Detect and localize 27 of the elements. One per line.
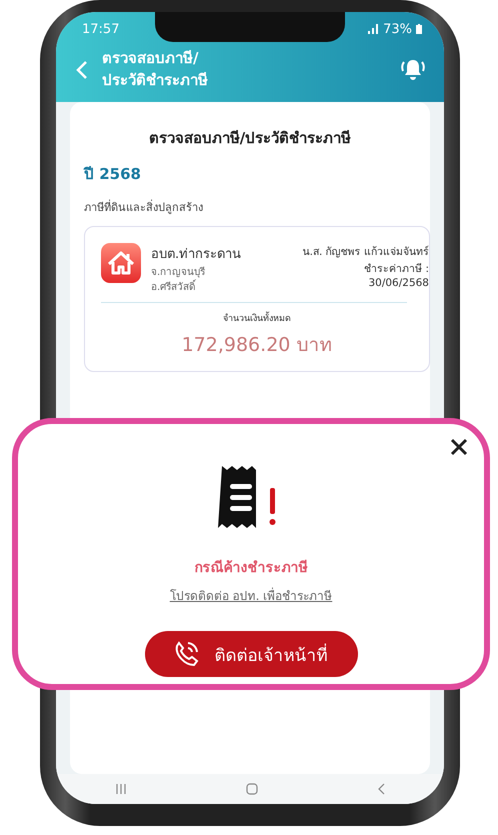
home-icon[interactable] — [246, 783, 258, 795]
tax-record[interactable]: อบต.ท่ากระดาน จ.กาญจนบุรี อ.ศรีสวัสดิ์ น.ส. กัญชพร แก้วแจ่มจันทร์ ชำระค่าภาษี : 30/06/2568 จำนวนเงินทั้งหมด 172,986.20 บาท — [84, 226, 430, 372]
battery-level: 73% — [383, 22, 412, 36]
status-time: 17:57 — [82, 22, 120, 36]
close-button[interactable] — [448, 436, 470, 458]
card-title: ตรวจสอบภาษี/ประวัติชำระภาษี — [148, 128, 352, 148]
alert-message: โปรดติดต่อ อปท. เพื่อชำระภาษี — [170, 586, 332, 605]
back-icon[interactable] — [76, 60, 88, 80]
district: อ.ศรีสวัสดิ์ — [151, 278, 242, 294]
contact-staff-button[interactable]: ติดต่อเจ้าหน้าที่ — [144, 631, 358, 677]
paid-date: 30/06/2568 — [368, 276, 429, 288]
battery-icon — [416, 24, 422, 34]
bell-icon[interactable] — [400, 58, 426, 82]
recents-icon[interactable] — [115, 783, 128, 795]
signal-icon — [367, 24, 380, 34]
back-nav-icon[interactable] — [376, 783, 385, 795]
page-title: ตรวจสอบภาษี/ประวัติชำระภาษี — [102, 48, 209, 91]
owner-name: น.ส. กัญชพร แก้วแจ่มจันทร์ — [302, 244, 429, 260]
paid-label: ชำระค่าภาษี : — [364, 262, 429, 276]
tax-year: ปี 2568 — [84, 164, 142, 184]
org-name: อบต.ท่ากระดาน — [151, 246, 242, 264]
total-label: จำนวนเงินทั้งหมด — [222, 310, 292, 324]
province: จ.กาญจนบุรี — [151, 266, 206, 278]
house-icon — [101, 242, 141, 282]
alert-title: กรณีค้างชำระภาษี — [194, 558, 308, 578]
tax-category: ภาษีที่ดินและสิ่งปลูกสร้าง — [84, 198, 204, 216]
total-amount: 172,986.20 บาท — [180, 332, 334, 358]
